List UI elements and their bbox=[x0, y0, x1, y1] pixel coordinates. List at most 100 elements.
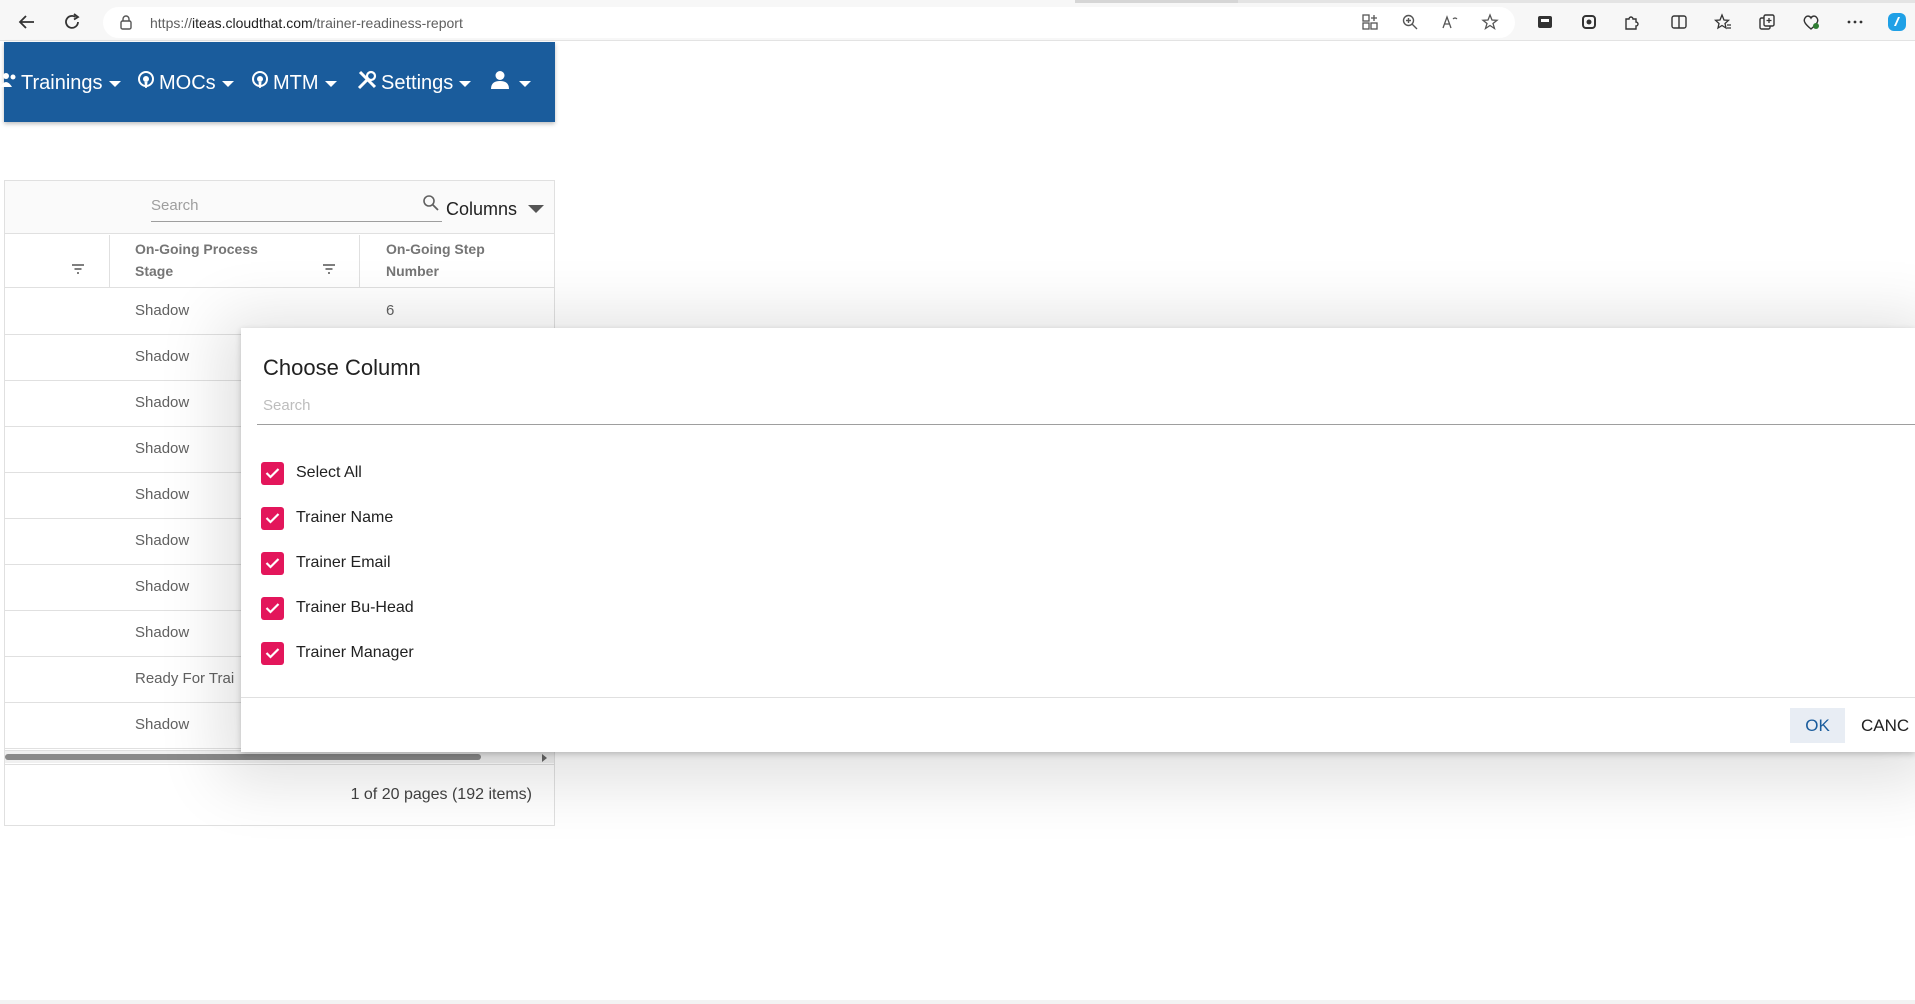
cell-stage: Shadow bbox=[135, 716, 190, 733]
checkbox-checked-icon[interactable] bbox=[261, 551, 284, 575]
search-icon[interactable] bbox=[422, 194, 440, 217]
filter-icon[interactable] bbox=[71, 262, 85, 280]
tools-icon bbox=[356, 69, 381, 97]
address-bar[interactable]: https://iteas.cloudthat.com/trainer-read… bbox=[103, 7, 1515, 38]
users-icon bbox=[0, 71, 21, 95]
option-label: Trainer Manager bbox=[296, 644, 414, 661]
nav-user-menu[interactable] bbox=[490, 69, 531, 97]
extension-icon[interactable] bbox=[1534, 11, 1556, 33]
collections-icon[interactable] bbox=[1756, 11, 1778, 33]
option-label: Trainer Bu-Head bbox=[296, 599, 414, 616]
caret-down-icon bbox=[519, 81, 531, 87]
option-trainer-email[interactable]: Trainer Email bbox=[261, 551, 391, 575]
header-line: Stage bbox=[135, 263, 174, 279]
header-line: Number bbox=[386, 263, 439, 279]
option-label: Trainer Name bbox=[296, 509, 394, 526]
url-host: iteas.cloudthat.com bbox=[192, 15, 313, 31]
scrollbar-thumb[interactable] bbox=[5, 754, 481, 760]
url-prefix: https:// bbox=[150, 15, 193, 31]
cell-stage: Ready For Trai bbox=[135, 670, 235, 687]
dialog-title: Choose Column bbox=[263, 355, 421, 380]
option-label: Trainer Email bbox=[296, 554, 391, 571]
checkbox-checked-icon[interactable] bbox=[261, 641, 284, 665]
app-available-icon[interactable] bbox=[1359, 11, 1381, 33]
cell-stage: Shadow bbox=[135, 302, 190, 319]
puzzle-extensions-icon[interactable] bbox=[1620, 11, 1642, 33]
extension-icon-2[interactable] bbox=[1578, 11, 1600, 33]
zoom-icon[interactable] bbox=[1399, 11, 1421, 33]
scroll-right-arrow-icon[interactable] bbox=[542, 754, 547, 762]
back-arrow-icon[interactable] bbox=[14, 9, 40, 35]
tab-strip-edge bbox=[1075, 0, 1240, 3]
favorite-star-icon[interactable] bbox=[1479, 11, 1501, 33]
split-screen-icon[interactable] bbox=[1668, 11, 1690, 33]
cell-stage: Shadow bbox=[135, 624, 190, 641]
favorites-icon[interactable] bbox=[1712, 11, 1734, 33]
header-ongoing-step-number[interactable]: On-Going Step Number bbox=[386, 238, 485, 282]
dialog-search-input[interactable]: Search bbox=[257, 389, 1915, 425]
pager-info: 1 of 20 pages (192 items) bbox=[350, 786, 532, 803]
url-path: /trainer-readiness-report bbox=[312, 15, 463, 31]
nav-mocs-label: MOCs bbox=[159, 71, 216, 94]
cell-stage: Shadow bbox=[135, 578, 190, 595]
cell-stage: Shadow bbox=[135, 486, 190, 503]
header-line: On-Going Step bbox=[386, 241, 485, 257]
refresh-icon[interactable] bbox=[59, 9, 85, 35]
option-trainer-name[interactable]: Trainer Name bbox=[261, 506, 393, 530]
nav-mtm[interactable]: MTM bbox=[250, 69, 337, 97]
header-ongoing-process-stage[interactable]: On-Going Process Stage bbox=[135, 238, 258, 282]
cell-stage: Shadow bbox=[135, 440, 190, 457]
podcast-icon bbox=[136, 70, 159, 96]
option-trainer-bu-head[interactable]: Trainer Bu-Head bbox=[261, 596, 414, 620]
cancel-button[interactable]: CANC bbox=[1861, 708, 1909, 743]
page-bottom-edge bbox=[0, 1000, 1915, 1004]
cell-stage: Shadow bbox=[135, 394, 190, 411]
nav-mocs[interactable]: MOCs bbox=[136, 69, 234, 97]
copilot-icon[interactable] bbox=[1886, 11, 1908, 33]
grid-toolbar: Search Columns bbox=[5, 181, 554, 234]
option-select-all[interactable]: Select All bbox=[261, 461, 362, 485]
filter-icon[interactable] bbox=[322, 262, 336, 280]
grid-header: On-Going Process Stage On-Going Step Num… bbox=[5, 235, 554, 288]
caret-down-icon bbox=[324, 81, 337, 87]
checkbox-checked-icon[interactable] bbox=[261, 461, 284, 485]
caret-down-icon bbox=[221, 81, 234, 87]
choose-column-dialog: Choose Column Search Select All Trainer … bbox=[241, 328, 1915, 752]
grid-search-placeholder: Search bbox=[151, 197, 199, 214]
option-label: Select All bbox=[296, 464, 362, 481]
nav-settings[interactable]: Settings bbox=[356, 69, 472, 97]
dialog-search-placeholder: Search bbox=[263, 397, 311, 414]
columns-button[interactable]: Columns bbox=[446, 195, 545, 223]
caret-down-icon bbox=[108, 81, 121, 87]
app-navbar: Trainings MOCs MTM Settings bbox=[0, 42, 555, 122]
caret-down-icon bbox=[459, 81, 472, 87]
tab-strip-edge-right bbox=[1238, 0, 1915, 3]
browser-toolbar: https://iteas.cloudthat.com/trainer-read… bbox=[0, 0, 1915, 41]
column-divider bbox=[109, 235, 110, 288]
nav-settings-label: Settings bbox=[381, 71, 454, 94]
grid-search-input[interactable]: Search bbox=[151, 191, 442, 222]
url-text[interactable]: https://iteas.cloudthat.com/trainer-read… bbox=[150, 15, 463, 31]
column-divider bbox=[359, 235, 360, 288]
lock-icon[interactable] bbox=[118, 14, 134, 36]
read-aloud-icon[interactable] bbox=[1439, 11, 1461, 33]
nav-trainings-label: Trainings bbox=[21, 71, 103, 94]
dropdown-caret-icon bbox=[528, 205, 545, 213]
podcast-icon bbox=[250, 70, 273, 96]
cell-stage: Shadow bbox=[135, 532, 190, 549]
option-trainer-manager[interactable]: Trainer Manager bbox=[261, 641, 414, 665]
columns-button-label: Columns bbox=[446, 198, 518, 219]
ok-button[interactable]: OK bbox=[1790, 708, 1845, 743]
checkbox-checked-icon[interactable] bbox=[261, 506, 284, 530]
cell-stage: Shadow bbox=[135, 348, 190, 365]
user-icon bbox=[490, 70, 513, 96]
browser-essentials-icon[interactable] bbox=[1800, 11, 1822, 33]
checkbox-checked-icon[interactable] bbox=[261, 596, 284, 620]
cell-step: 6 bbox=[386, 302, 395, 319]
more-options-icon[interactable] bbox=[1844, 11, 1866, 33]
dialog-footer: OK CANC bbox=[241, 697, 1915, 752]
header-line: On-Going Process bbox=[135, 241, 258, 257]
nav-mtm-label: MTM bbox=[273, 71, 319, 94]
nav-trainings[interactable]: Trainings bbox=[0, 69, 121, 97]
grid-pager: 1 of 20 pages (192 items) bbox=[5, 764, 554, 826]
